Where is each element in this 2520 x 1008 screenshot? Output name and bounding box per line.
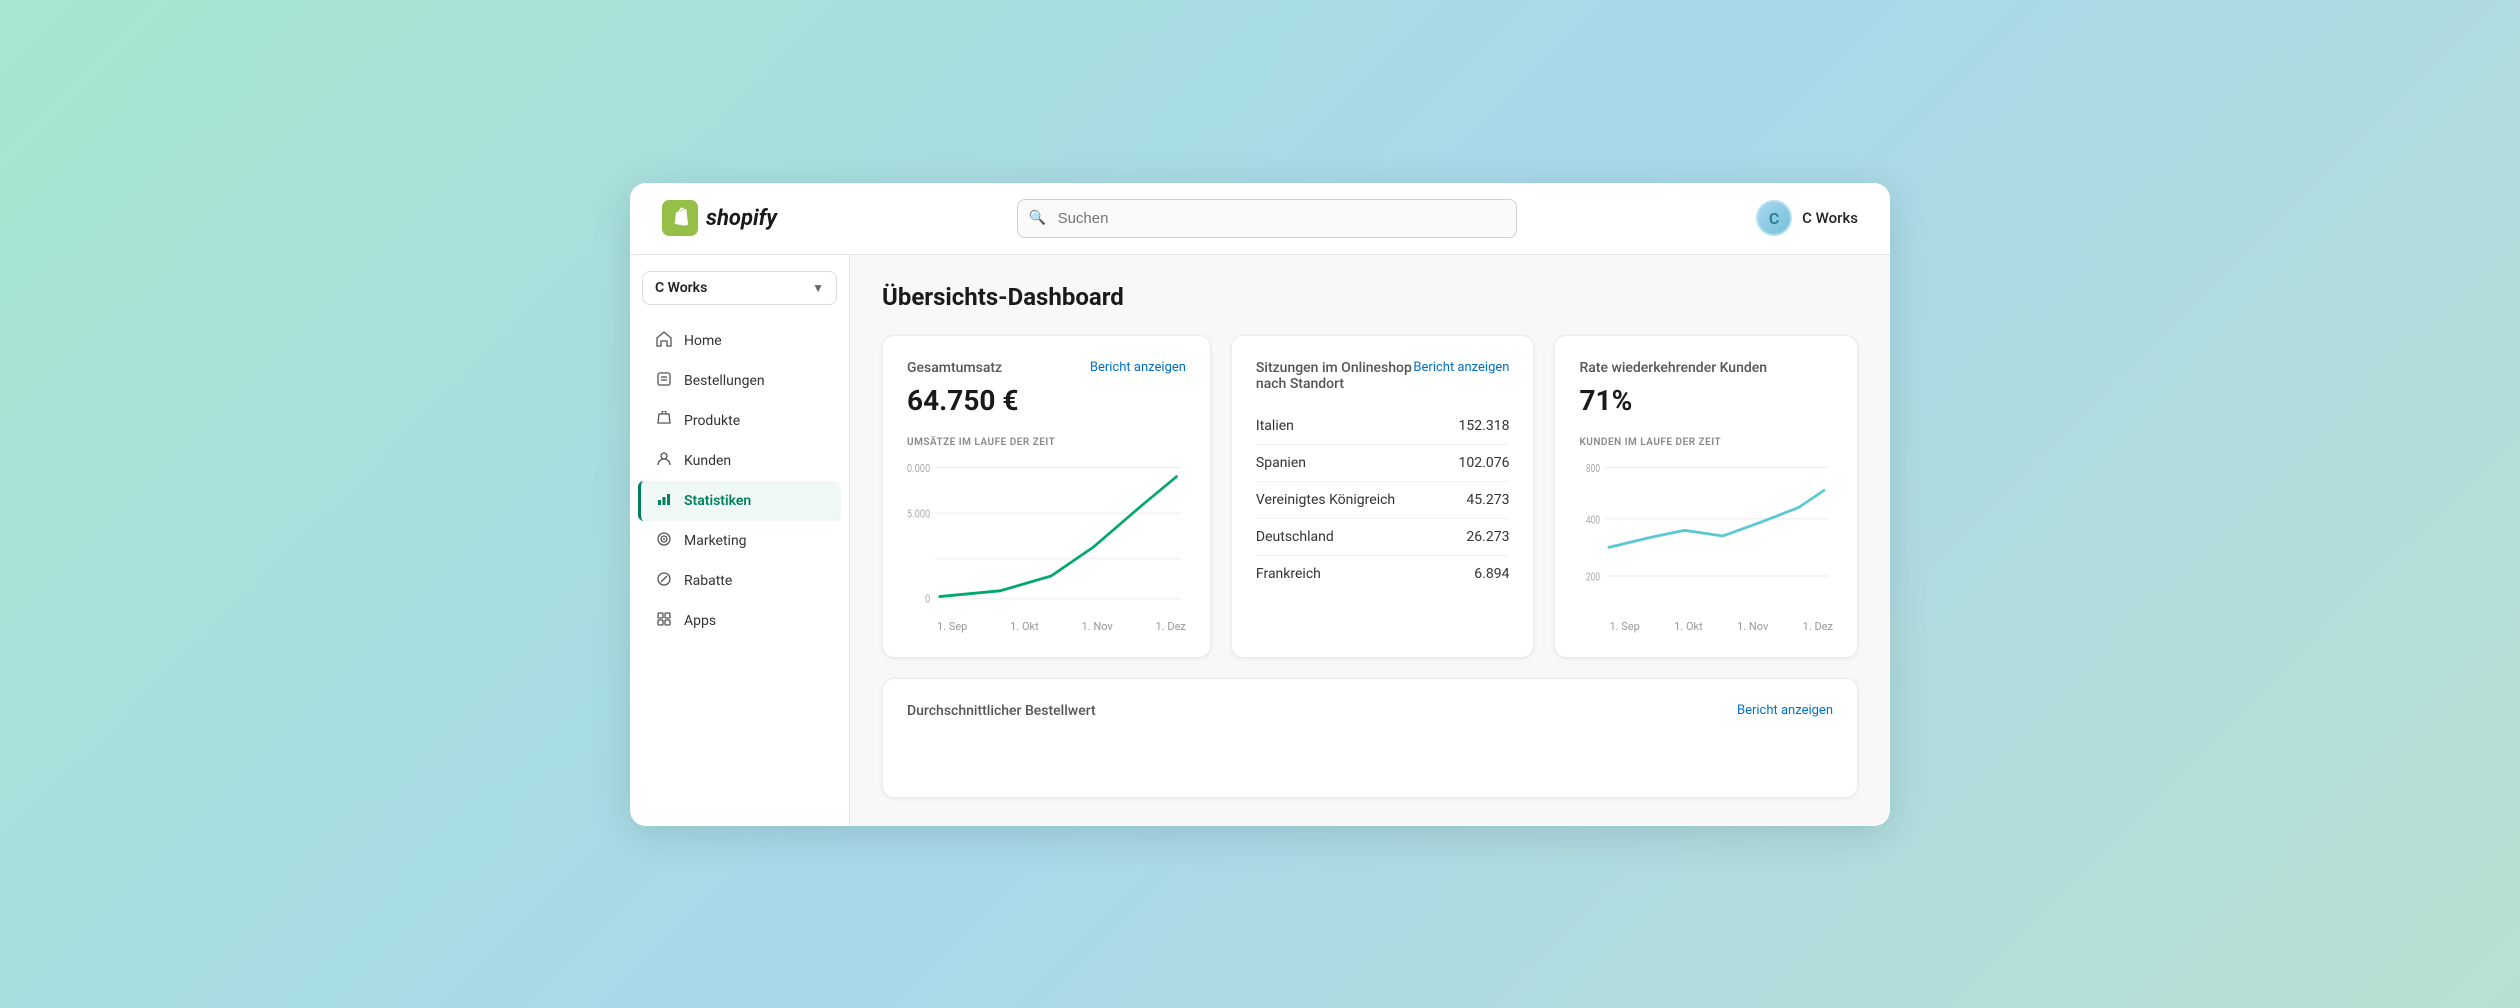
discounts-icon — [654, 571, 674, 591]
wiederkehrende-card: Rate wiederkehrender Kunden 71% KUNDEN I… — [1554, 335, 1858, 658]
gesamtumsatz-value: 64.750 € — [907, 384, 1186, 417]
header: shopify 🔍 C C Works — [630, 183, 1890, 255]
sidebar-item-kunden[interactable]: Kunden — [638, 441, 841, 481]
customers-icon — [654, 451, 674, 471]
table-row: Italien 152.318 — [1256, 408, 1510, 445]
sidebar-item-bestellungen-label: Bestellungen — [684, 373, 765, 389]
sidebar-item-bestellungen[interactable]: Bestellungen — [638, 361, 841, 401]
search-icon: 🔍 — [1029, 210, 1046, 226]
sidebar-item-kunden-label: Kunden — [684, 453, 731, 469]
gesamtumsatz-x-labels: 1. Sep 1. Okt 1. Nov 1. Dez — [907, 616, 1186, 633]
svg-text:0: 0 — [925, 591, 930, 605]
sidebar-item-apps-label: Apps — [684, 613, 716, 629]
table-row: Spanien 102.076 — [1256, 445, 1510, 482]
sidebar-item-produkte[interactable]: Produkte — [638, 401, 841, 441]
wiederkehrende-chart-label: KUNDEN IM LAUFE DER ZEIT — [1579, 437, 1833, 448]
sitzungen-title: Sitzungen im Onlineshop nach Standort — [1256, 360, 1414, 392]
gesamtumsatz-header: Gesamtumsatz Bericht anzeigen — [907, 360, 1186, 376]
svg-text:800: 800 — [1586, 462, 1601, 475]
avatar[interactable]: C — [1756, 200, 1792, 236]
page-title: Übersichts-Dashboard — [882, 283, 1858, 311]
wiederkehrende-title: Rate wiederkehrender Kunden — [1579, 360, 1767, 376]
sidebar-item-statistiken-label: Statistiken — [684, 493, 751, 509]
wiederkehrende-value: 71% — [1579, 384, 1833, 417]
svg-text:200: 200 — [1586, 571, 1601, 584]
country-label: Frankreich — [1256, 566, 1321, 582]
sidebar-item-home-label: Home — [684, 333, 722, 349]
gesamtumsatz-card: Gesamtumsatz Bericht anzeigen 64.750 € U… — [882, 335, 1211, 658]
apps-icon — [654, 611, 674, 631]
table-row: Frankreich 6.894 — [1256, 556, 1510, 592]
svg-text:35.000: 35.000 — [907, 506, 930, 520]
orders-icon — [654, 371, 674, 391]
logo-area: shopify — [662, 200, 777, 236]
gesamtumsatz-chart: 70.000 35.000 0 — [907, 456, 1186, 616]
search-bar: 🔍 — [1017, 199, 1517, 238]
main-content: Übersichts-Dashboard Gesamtumsatz Berich… — [850, 255, 1890, 826]
country-label: Italien — [1256, 418, 1294, 434]
sidebar-item-statistiken[interactable]: Statistiken — [638, 481, 841, 521]
count-label: 102.076 — [1459, 455, 1510, 471]
country-label: Vereinigtes Königreich — [1256, 492, 1395, 508]
user-name: C Works — [1802, 209, 1858, 227]
sidebar-item-marketing-label: Marketing — [684, 533, 747, 549]
statistics-icon — [654, 491, 674, 511]
bestellwert-header: Durchschnittlicher Bestellwert Bericht a… — [907, 703, 1833, 719]
sitzungen-link[interactable]: Bericht anzeigen — [1413, 360, 1509, 375]
country-label: Spanien — [1256, 455, 1306, 471]
store-name: C Works — [655, 280, 707, 296]
wiederkehrende-chart: 800 400 200 — [1579, 456, 1833, 616]
count-label: 26.273 — [1466, 529, 1509, 545]
home-icon — [654, 331, 674, 351]
search-input[interactable] — [1017, 199, 1517, 238]
country-label: Deutschland — [1256, 529, 1334, 545]
table-row: Vereinigtes Königreich 45.273 — [1256, 482, 1510, 519]
user-area: C C Works — [1756, 200, 1858, 236]
gesamtumsatz-link[interactable]: Bericht anzeigen — [1090, 360, 1186, 375]
chevron-down-icon: ▼ — [812, 281, 824, 295]
table-row: Deutschland 26.273 — [1256, 519, 1510, 556]
count-label: 45.273 — [1466, 492, 1509, 508]
bestellwert-link[interactable]: Bericht anzeigen — [1737, 703, 1833, 718]
logo-text: shopify — [706, 206, 777, 231]
gesamtumsatz-title: Gesamtumsatz — [907, 360, 1002, 376]
sidebar: C Works ▼ Home Bestellungen Produkte — [630, 255, 850, 826]
bestellwert-title: Durchschnittlicher Bestellwert — [907, 703, 1096, 719]
svg-text:400: 400 — [1586, 514, 1601, 527]
sidebar-item-rabatte-label: Rabatte — [684, 573, 732, 589]
svg-text:70.000: 70.000 — [907, 461, 930, 475]
sidebar-item-home[interactable]: Home — [638, 321, 841, 361]
body-area: C Works ▼ Home Bestellungen Produkte — [630, 255, 1890, 826]
wiederkehrende-header: Rate wiederkehrender Kunden — [1579, 360, 1833, 376]
sidebar-item-apps[interactable]: Apps — [638, 601, 841, 641]
sitzungen-table: Italien 152.318 Spanien 102.076 Vereinig… — [1256, 408, 1510, 592]
bottom-card-row: Durchschnittlicher Bestellwert Bericht a… — [882, 678, 1858, 798]
store-selector[interactable]: C Works ▼ — [642, 271, 837, 305]
products-icon — [654, 411, 674, 431]
sitzungen-header: Sitzungen im Onlineshop nach Standort Be… — [1256, 360, 1510, 392]
sitzungen-card: Sitzungen im Onlineshop nach Standort Be… — [1231, 335, 1535, 658]
wiederkehrende-x-labels: 1. Sep 1. Okt 1. Nov 1. Dez — [1579, 616, 1833, 633]
app-container: shopify 🔍 C C Works C Works ▼ Home — [630, 183, 1890, 826]
shopify-logo-icon — [662, 200, 698, 236]
sidebar-item-produkte-label: Produkte — [684, 413, 740, 429]
count-label: 152.318 — [1459, 418, 1510, 434]
gesamtumsatz-chart-label: UMSÄTZE IM LAUFE DER ZEIT — [907, 437, 1186, 448]
count-label: 6.894 — [1474, 566, 1509, 582]
sidebar-item-rabatte[interactable]: Rabatte — [638, 561, 841, 601]
bestellwert-card: Durchschnittlicher Bestellwert Bericht a… — [882, 678, 1858, 798]
sidebar-item-marketing[interactable]: Marketing — [638, 521, 841, 561]
cards-row: Gesamtumsatz Bericht anzeigen 64.750 € U… — [882, 335, 1858, 658]
marketing-icon — [654, 531, 674, 551]
